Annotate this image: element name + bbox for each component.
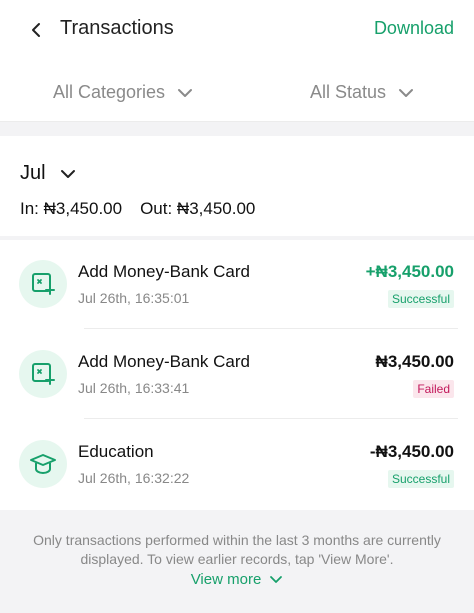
category-filter-label: All Categories [53,82,166,102]
status-filter-label: All Status [310,82,387,102]
download-button[interactable]: Download [374,18,454,39]
view-more-button[interactable]: View more [0,571,474,588]
in-total: In: ₦3,450.00 [20,199,123,218]
transaction-list: Add Money-Bank Card Jul 26th, 16:35:01 +… [0,240,474,510]
status-badge: Successful [387,470,454,488]
top-bar: Transactions Download [0,0,474,60]
transaction-row[interactable]: Education Jul 26th, 16:32:22 -₦3,450.00 … [0,420,474,510]
back-button[interactable] [22,18,50,42]
bank-card-add-icon [19,350,67,398]
transaction-time: Jul 26th, 16:33:41 [78,380,190,396]
status-badge: Failed [413,380,454,398]
view-more-label: View more [190,571,262,588]
page-title: Transactions [60,17,174,39]
chevron-down-icon [60,169,75,178]
chevron-down-icon [178,88,193,97]
history-note: Only transactions performed within the l… [33,532,441,567]
row-divider [84,418,458,419]
transaction-name: Add Money-Bank Card [78,352,250,371]
chevron-left-icon [32,23,40,37]
out-total: Out: ₦3,450.00 [140,199,256,218]
in-out-totals: In: ₦3,450.00 Out: ₦3,450.00 [20,199,255,219]
transaction-amount: +₦3,450.00 [365,262,454,281]
graduation-cap-icon [19,440,67,488]
transaction-row[interactable]: Add Money-Bank Card Jul 26th, 16:35:01 +… [0,240,474,330]
transaction-time: Jul 26th, 16:32:22 [78,470,190,486]
status-filter[interactable]: All Status [310,82,414,103]
transaction-name: Add Money-Bank Card [78,262,250,281]
transaction-amount: ₦3,450.00 [375,352,454,371]
status-badge: Successful [387,290,454,308]
bank-card-add-icon [19,260,67,308]
transaction-name: Education [78,442,154,461]
transaction-row[interactable]: Add Money-Bank Card Jul 26th, 16:33:41 ₦… [0,330,474,420]
month-label: Jul [20,162,46,184]
category-filter[interactable]: All Categories [53,82,193,103]
transaction-time: Jul 26th, 16:35:01 [78,290,190,306]
month-summary: Jul In: ₦3,450.00 Out: ₦3,450.00 [0,136,474,236]
transaction-amount: -₦3,450.00 [369,442,454,461]
history-notice: Only transactions performed within the l… [0,513,474,613]
filter-bar: All Categories All Status [0,60,474,122]
row-divider [84,328,458,329]
chevron-down-icon [399,88,414,97]
month-selector[interactable]: Jul [20,162,76,185]
chevron-down-icon [270,576,283,583]
